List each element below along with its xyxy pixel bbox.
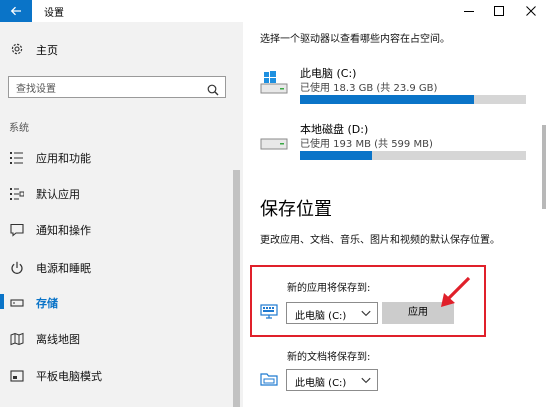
sidebar-item-label: 存储 bbox=[36, 297, 58, 310]
drive-usage-bar bbox=[300, 95, 526, 104]
minimize-button[interactable] bbox=[454, 0, 484, 22]
annotation-arrow-icon bbox=[441, 276, 471, 307]
list-icon bbox=[10, 150, 24, 164]
gear-icon bbox=[10, 41, 24, 60]
back-arrow-icon bbox=[10, 6, 21, 16]
documents-folder-icon bbox=[260, 371, 278, 391]
sidebar-item-power-sleep[interactable]: 电源和睡眠 bbox=[0, 256, 232, 278]
search-icon[interactable] bbox=[207, 81, 219, 100]
chevron-down-icon bbox=[361, 309, 371, 320]
local-disk-icon bbox=[260, 125, 288, 155]
power-icon bbox=[10, 260, 24, 274]
close-button[interactable] bbox=[516, 0, 546, 22]
sidebar-item-label: 电源和睡眠 bbox=[36, 262, 91, 275]
new-documents-save-label: 新的文档将保存到: bbox=[287, 352, 371, 363]
apps-monitor-icon bbox=[260, 304, 278, 324]
save-locations-description: 更改应用、文档、音乐、图片和视频的默认保存位置。 bbox=[260, 235, 500, 246]
drive-usage: 已使用 193 MB (共 599 MB) bbox=[300, 139, 433, 150]
storage-content: 选择一个驱动器以查看哪些内容在占空间。 此电脑 (C:) 已使用 18.3 GB… bbox=[243, 22, 550, 407]
maximize-button[interactable] bbox=[484, 0, 514, 22]
new-apps-location-select[interactable]: 此电脑 (C:) bbox=[286, 302, 378, 324]
drive-usage-fill bbox=[300, 151, 373, 160]
sidebar-item-label: 平板电脑模式 bbox=[36, 370, 102, 383]
tablet-icon bbox=[10, 368, 24, 382]
search-box[interactable] bbox=[8, 76, 226, 100]
new-apps-save-label: 新的应用将保存到: bbox=[287, 283, 371, 294]
sidebar-item-label: 默认应用 bbox=[36, 188, 80, 201]
default-apps-icon bbox=[10, 186, 25, 200]
drive-usage-bar bbox=[300, 151, 526, 160]
title-bar: 设置 bbox=[0, 0, 550, 22]
sidebar-item-tablet-mode[interactable]: 平板电脑模式 bbox=[0, 364, 232, 386]
window-title: 设置 bbox=[44, 8, 64, 19]
drive-item-c[interactable]: 此电脑 (C:) 已使用 18.3 GB (共 23.9 GB) bbox=[260, 65, 530, 109]
new-documents-location-select[interactable]: 此电脑 (C:) bbox=[286, 369, 378, 391]
sidebar-item-storage[interactable]: 存储 bbox=[0, 291, 232, 313]
sidebar-scrollbar[interactable] bbox=[233, 170, 240, 407]
sidebar-item-offline-maps[interactable]: 离线地图 bbox=[0, 327, 232, 349]
select-value: 此电脑 (C:) bbox=[295, 378, 347, 389]
sidebar-item-label: 应用和功能 bbox=[36, 152, 91, 165]
sidebar-item-default-apps[interactable]: 默认应用 bbox=[0, 182, 232, 204]
section-label-system: 系统 bbox=[9, 123, 29, 134]
drive-usage: 已使用 18.3 GB (共 23.9 GB) bbox=[300, 83, 438, 94]
content-scrollbar-thumb[interactable] bbox=[542, 125, 546, 209]
save-locations-title: 保存位置 bbox=[260, 199, 332, 220]
drive-item-d[interactable]: 本地磁盘 (D:) 已使用 193 MB (共 599 MB) bbox=[260, 121, 530, 165]
drive-usage-fill bbox=[300, 95, 475, 104]
storage-icon bbox=[10, 295, 24, 309]
notification-icon bbox=[10, 222, 24, 237]
sidebar: 主页 系统 应用和功能 bbox=[0, 22, 243, 407]
search-input[interactable] bbox=[9, 79, 199, 100]
back-button[interactable] bbox=[0, 0, 32, 22]
sidebar-item-home[interactable]: 主页 bbox=[0, 40, 230, 58]
maximize-icon bbox=[494, 6, 504, 16]
content-scrollbar-track[interactable] bbox=[540, 22, 548, 407]
active-indicator bbox=[0, 294, 4, 309]
close-icon bbox=[526, 6, 536, 16]
home-label: 主页 bbox=[36, 44, 58, 57]
sidebar-item-label: 通知和操作 bbox=[36, 224, 91, 237]
sidebar-item-notifications[interactable]: 通知和操作 bbox=[0, 218, 232, 240]
map-icon bbox=[10, 331, 24, 346]
sidebar-item-label: 离线地图 bbox=[36, 333, 80, 346]
windows-drive-icon bbox=[260, 69, 288, 99]
minimize-icon bbox=[464, 11, 474, 12]
chevron-down-icon bbox=[361, 376, 371, 387]
drive-intro-text: 选择一个驱动器以查看哪些内容在占空间。 bbox=[260, 34, 450, 45]
sidebar-item-apps-features[interactable]: 应用和功能 bbox=[0, 146, 232, 168]
select-value: 此电脑 (C:) bbox=[295, 311, 347, 322]
